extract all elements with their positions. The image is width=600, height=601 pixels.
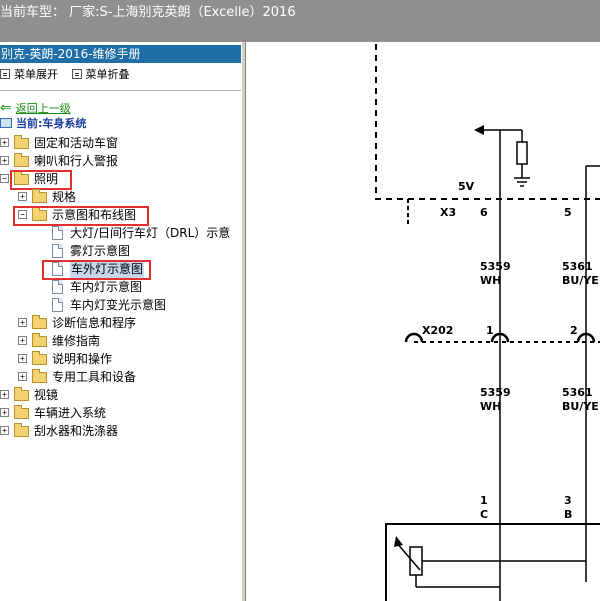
- expand-icon[interactable]: +: [18, 192, 27, 201]
- wiring-diagram: 5V X3 6 5 5359 WH 5361 BU/YE X202 1 2 53…: [375, 44, 600, 601]
- module-outline: [375, 44, 600, 200]
- document-icon: [52, 280, 63, 294]
- pin-label: B: [564, 508, 572, 521]
- pin-label: 6: [480, 206, 488, 219]
- folder-icon: [32, 351, 47, 365]
- folder-icon: [32, 315, 47, 329]
- wire-color-label: WH: [480, 400, 501, 413]
- computer-icon: [0, 118, 12, 128]
- expand-icon[interactable]: +: [0, 426, 9, 435]
- divider: [0, 90, 241, 91]
- menu-bar: 菜单展开 菜单折叠: [0, 67, 140, 83]
- title-bar: 当前车型： 厂家:S-上海别克英朗（Excelle）2016: [0, 0, 600, 42]
- wiring-diagram-view: 5V X3 6 5 5359 WH 5361 BU/YE X202 1 2 53…: [246, 42, 600, 601]
- highlight-box: [42, 260, 151, 280]
- wire-color-label: BU/YE: [562, 400, 599, 413]
- back-arrow-icon: ⇐: [0, 100, 12, 116]
- folder-icon: [32, 333, 47, 347]
- document-icon: [52, 244, 63, 258]
- expand-icon[interactable]: +: [0, 408, 9, 417]
- list-icon: [0, 69, 10, 79]
- pin-label: C: [480, 508, 488, 521]
- folder-icon: [32, 369, 47, 383]
- circuit-label: 5359: [480, 386, 511, 399]
- collapse-menu-button[interactable]: 菜单折叠: [71, 67, 130, 83]
- current-system-label: 当前:车身系统: [0, 116, 86, 132]
- expand-icon[interactable]: +: [0, 156, 9, 165]
- expand-icon[interactable]: +: [18, 354, 27, 363]
- expand-menu-button[interactable]: 菜单展开: [0, 67, 58, 83]
- resistor-icon: [516, 141, 528, 165]
- circuit-label: 5361: [562, 260, 593, 273]
- document-icon: [52, 226, 63, 240]
- expand-icon[interactable]: +: [18, 318, 27, 327]
- circuit-label: 5361: [562, 386, 593, 399]
- wire-color-label: WH: [480, 274, 501, 287]
- connector-x202-label: X202: [422, 324, 453, 337]
- collapse-icon[interactable]: −: [0, 174, 9, 183]
- expand-icon[interactable]: +: [18, 372, 27, 381]
- folder-icon: [14, 387, 29, 401]
- pane-title: 别克-英朗-2016-维修手册: [0, 45, 241, 63]
- folder-icon: [14, 423, 29, 437]
- pin-label: 2: [570, 324, 578, 337]
- voltage-label: 5V: [458, 180, 475, 193]
- folder-icon: [14, 153, 29, 167]
- pin-label: 3: [564, 494, 572, 507]
- folder-icon: [32, 189, 47, 203]
- connector-x3-label: X3: [440, 206, 456, 219]
- navigation-pane: 别克-英朗-2016-维修手册 菜单展开 菜单折叠 ⇐ 返回上一级 当前:车身系统…: [0, 42, 246, 601]
- pin-label: 1: [486, 324, 494, 337]
- expand-icon[interactable]: +: [18, 336, 27, 345]
- folder-icon: [14, 405, 29, 419]
- circuit-label: 5359: [480, 260, 511, 273]
- wire-color-label: BU/YE: [562, 274, 599, 287]
- back-link[interactable]: ⇐ 返回上一级: [0, 100, 71, 116]
- pin-label: 5: [564, 206, 572, 219]
- pin-label: 1: [480, 494, 488, 507]
- highlight-box: [13, 206, 149, 226]
- folder-icon: [14, 135, 29, 149]
- window-title: 当前车型： 厂家:S-上海别克英朗（Excelle）2016: [0, 5, 296, 20]
- document-icon: [52, 298, 63, 312]
- expand-icon[interactable]: +: [0, 390, 9, 399]
- expand-icon[interactable]: +: [0, 138, 9, 147]
- list-icon: [71, 69, 82, 79]
- highlight-box: [10, 170, 72, 190]
- connector-terminal-icon: [404, 332, 424, 343]
- arrow-icon: [474, 125, 484, 135]
